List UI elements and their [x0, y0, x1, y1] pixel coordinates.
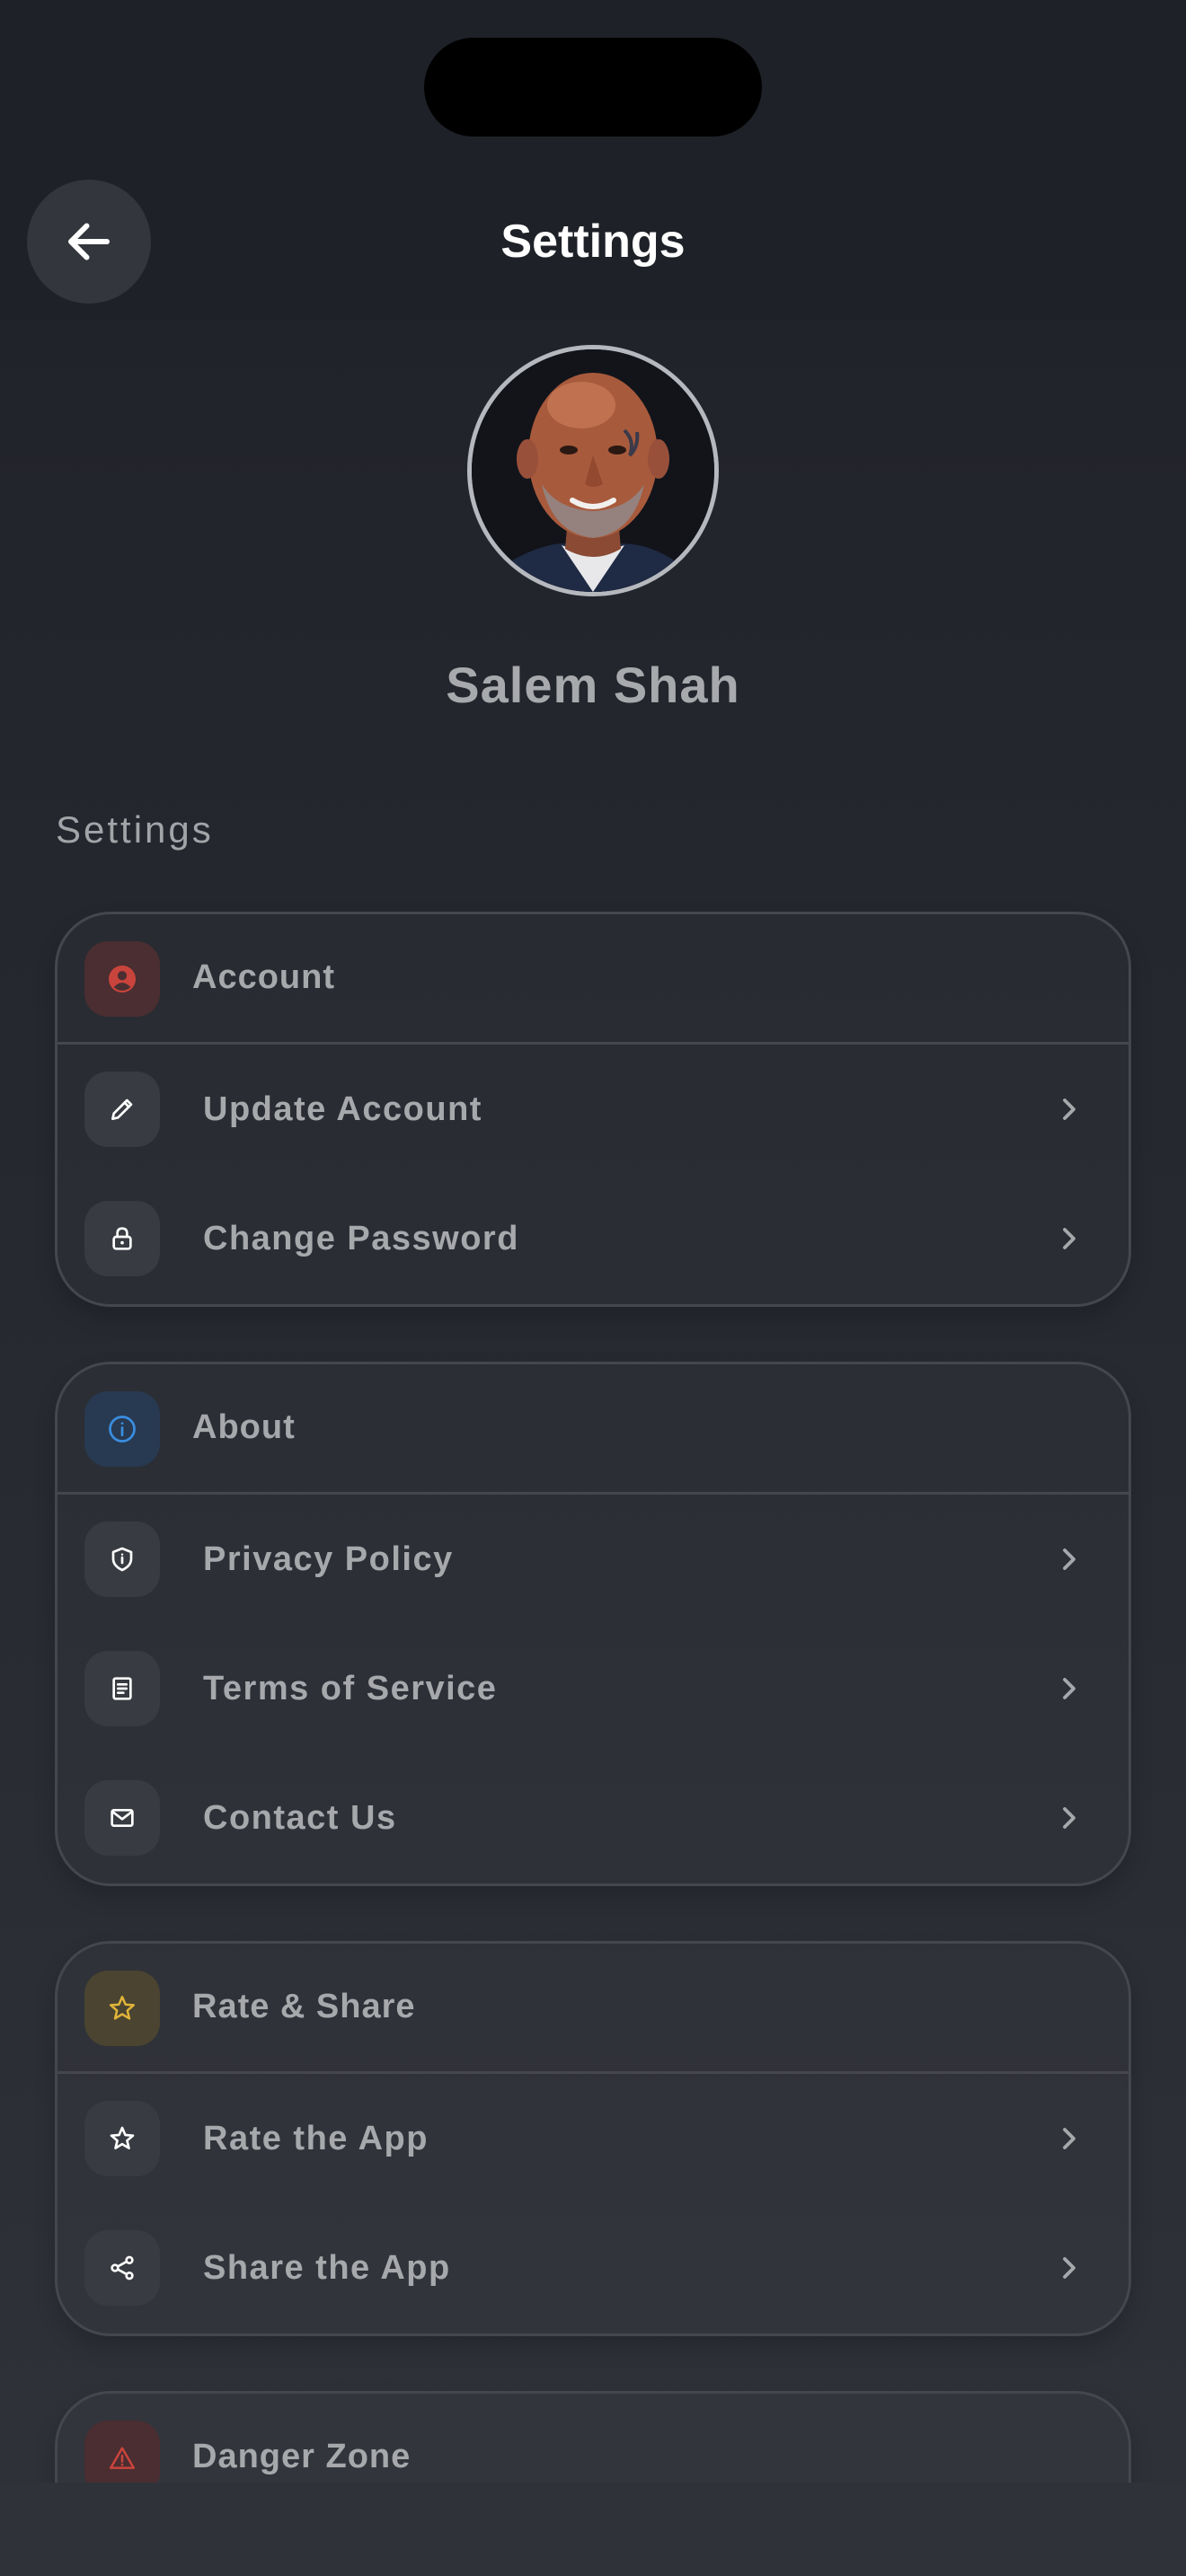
change-password-label: Change Password: [203, 1220, 519, 1257]
chevron-right-icon: [1051, 2121, 1087, 2157]
bottom-fade: [0, 2483, 1186, 2576]
account-card: Account Update Account Change Password: [55, 912, 1131, 1307]
about-card-title: About: [192, 1408, 296, 1446]
contact-us-row[interactable]: Contact Us: [58, 1753, 1128, 1883]
rate-share-card: Rate & Share Rate the App Share the App: [55, 1941, 1131, 2336]
update-account-label: Update Account: [203, 1090, 482, 1128]
dynamic-island: [424, 38, 762, 137]
update-account-row[interactable]: Update Account: [58, 1045, 1128, 1174]
star-outline-icon: [84, 1971, 160, 2046]
profile-name: Salem Shah: [446, 657, 740, 713]
rate-share-card-header: Rate & Share: [58, 1944, 1128, 2074]
back-button[interactable]: [27, 180, 151, 304]
pencil-icon: [84, 1072, 160, 1147]
avatar[interactable]: [467, 345, 719, 596]
chevron-right-icon: [1051, 1800, 1087, 1836]
info-icon: [84, 1391, 160, 1467]
mail-icon: [84, 1780, 160, 1856]
settings-screen: Settings Salem Shah Settings Account Upd…: [0, 0, 1186, 2576]
terms-of-service-label: Terms of Service: [203, 1670, 498, 1707]
rate-share-card-title: Rate & Share: [192, 1988, 416, 2025]
contact-us-label: Contact Us: [203, 1799, 397, 1837]
chevron-right-icon: [1051, 1091, 1087, 1127]
rate-the-app-label: Rate the App: [203, 2120, 429, 2157]
share-the-app-label: Share the App: [203, 2249, 451, 2287]
about-card-header: About: [58, 1364, 1128, 1495]
arrow-left-icon: [62, 215, 116, 269]
privacy-policy-label: Privacy Policy: [203, 1540, 454, 1578]
change-password-row[interactable]: Change Password: [58, 1174, 1128, 1303]
danger-zone-card-title: Danger Zone: [192, 2438, 412, 2475]
user-circle-icon: [84, 941, 160, 1017]
shield-icon: [84, 1522, 160, 1597]
rate-the-app-row[interactable]: Rate the App: [58, 2074, 1128, 2203]
star-icon: [84, 2101, 160, 2176]
privacy-policy-row[interactable]: Privacy Policy: [58, 1495, 1128, 1624]
chevron-right-icon: [1051, 2250, 1087, 2286]
section-heading: Settings: [56, 808, 214, 851]
page-title: Settings: [500, 216, 686, 268]
account-card-title: Account: [192, 958, 335, 996]
lock-icon: [84, 1201, 160, 1276]
account-card-header: Account: [58, 914, 1128, 1045]
status-bar: [0, 0, 1186, 180]
terms-of-service-row[interactable]: Terms of Service: [58, 1624, 1128, 1753]
document-icon: [84, 1651, 160, 1726]
chevron-right-icon: [1051, 1671, 1087, 1707]
chevron-right-icon: [1051, 1541, 1087, 1577]
about-card: About Privacy Policy Terms of Service Co…: [55, 1362, 1131, 1886]
share-the-app-row[interactable]: Share the App: [58, 2203, 1128, 2333]
chevron-right-icon: [1051, 1221, 1087, 1257]
share-icon: [84, 2230, 160, 2306]
